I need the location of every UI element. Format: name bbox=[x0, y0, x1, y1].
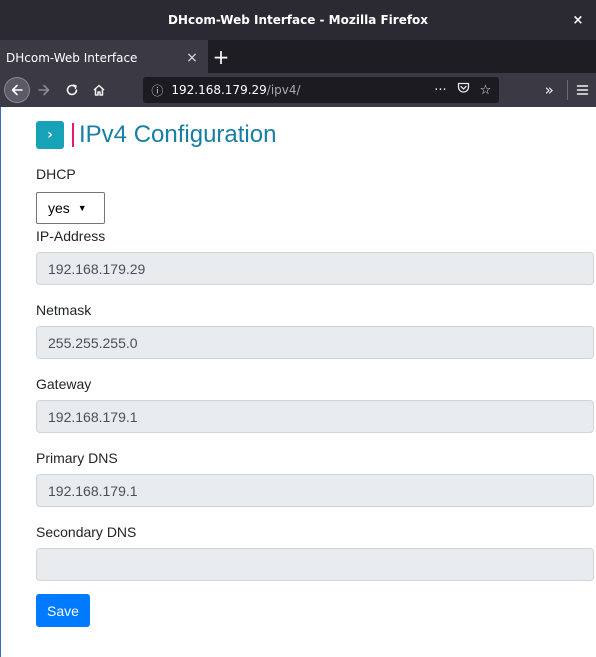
netmask-label: Netmask bbox=[36, 302, 92, 318]
tab-dhcom-web-interface[interactable]: DHcom-Web Interface × bbox=[0, 40, 208, 73]
navigation-toolbar: ⓘ 192.168.179.29/ipv4/ ··· ☆ » bbox=[0, 73, 596, 107]
url-path: /ipv4/ bbox=[266, 83, 301, 97]
window-close-icon[interactable]: × bbox=[568, 0, 588, 40]
new-tab-icon[interactable]: + bbox=[208, 40, 234, 73]
netmask-field[interactable]: 255.255.255.0 bbox=[36, 326, 594, 359]
info-icon[interactable]: ⓘ bbox=[151, 82, 163, 99]
home-icon[interactable] bbox=[86, 76, 114, 104]
more-icon[interactable]: ··· bbox=[434, 83, 446, 98]
heading-accent-bar bbox=[72, 123, 74, 147]
page-title: IPv4 Configuration bbox=[79, 121, 277, 148]
hamburger-menu-icon[interactable] bbox=[568, 76, 596, 104]
pocket-icon[interactable] bbox=[457, 82, 470, 98]
dhcp-selected-value: yes bbox=[48, 200, 70, 216]
bookmark-star-icon[interactable]: ☆ bbox=[480, 83, 492, 98]
gateway-label: Gateway bbox=[36, 376, 92, 392]
secondary-dns-label: Secondary DNS bbox=[36, 524, 137, 540]
back-arrow-icon[interactable] bbox=[4, 77, 30, 103]
page-heading: › IPv4 Configuration bbox=[36, 121, 276, 149]
chevron-right-icon: › bbox=[36, 121, 64, 149]
reload-icon[interactable] bbox=[58, 76, 86, 104]
dhcp-label: DHCP bbox=[36, 166, 76, 182]
primary-dns-label: Primary DNS bbox=[36, 450, 118, 466]
primary-dns-field[interactable]: 192.168.179.1 bbox=[36, 474, 594, 507]
dhcp-select[interactable]: yes ▼ bbox=[36, 192, 105, 224]
gateway-field[interactable]: 192.168.179.1 bbox=[36, 400, 594, 433]
window-title-bar: DHcom-Web Interface - Mozilla Firefox × bbox=[0, 0, 596, 40]
caret-down-icon: ▼ bbox=[77, 203, 87, 213]
overflow-chevron-icon[interactable]: » bbox=[535, 76, 563, 104]
secondary-dns-field[interactable] bbox=[36, 548, 594, 581]
url-bar[interactable]: ⓘ 192.168.179.29/ipv4/ ··· ☆ bbox=[143, 77, 500, 103]
tab-strip: DHcom-Web Interface × + bbox=[0, 40, 596, 73]
ip-address-field[interactable]: 192.168.179.29 bbox=[36, 252, 594, 285]
ip-address-label: IP-Address bbox=[36, 228, 106, 244]
tab-close-icon[interactable]: × bbox=[184, 50, 200, 66]
window-title: DHcom-Web Interface - Mozilla Firefox bbox=[167, 13, 429, 27]
url-host: 192.168.179.29 bbox=[171, 83, 267, 97]
page-content: › IPv4 Configuration DHCP yes ▼ IP-Addre… bbox=[0, 107, 596, 657]
save-button[interactable]: Save bbox=[36, 594, 90, 627]
forward-arrow-icon[interactable] bbox=[30, 76, 58, 104]
tab-label: DHcom-Web Interface bbox=[6, 50, 138, 65]
